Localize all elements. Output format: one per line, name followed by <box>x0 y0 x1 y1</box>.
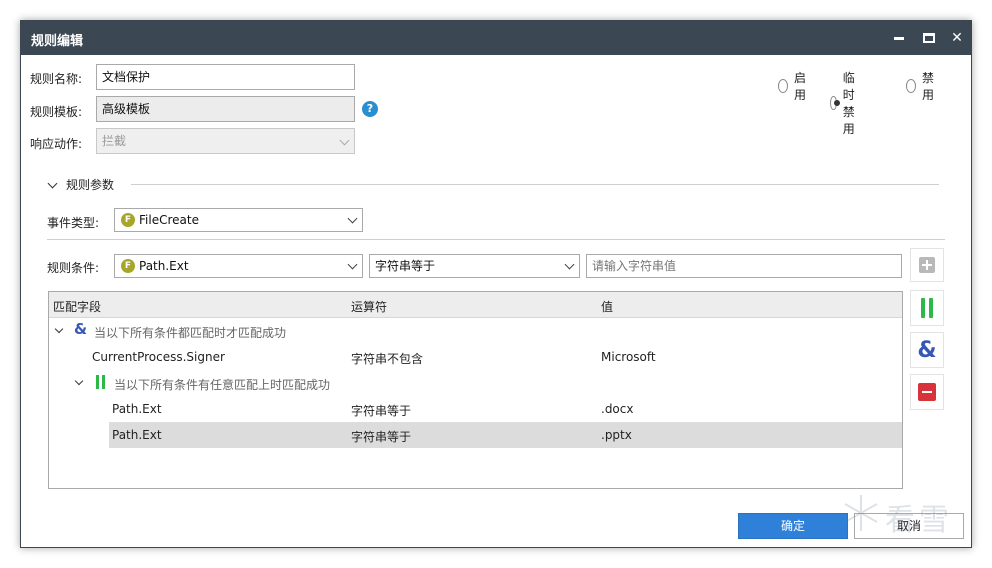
event-type-value: FileCreate <box>139 213 199 227</box>
function-icon: F <box>121 259 135 273</box>
close-icon: ✕ <box>951 30 963 46</box>
response-action-select: 拦截 <box>96 128 355 154</box>
condition-operator-value: 字符串等于 <box>375 259 436 273</box>
radio-disable[interactable]: 禁用 <box>906 69 938 103</box>
and-icon: & <box>917 337 937 363</box>
title-bar[interactable]: 规则编辑 ✕ <box>21 21 971 55</box>
row-value: .docx <box>601 402 634 416</box>
radio-enable-label: 启用 <box>794 71 807 102</box>
event-type-label: 事件类型: <box>47 216 100 230</box>
row-operator: 字符串等于 <box>351 430 412 444</box>
rule-name-input[interactable]: 文档保护 <box>96 64 355 90</box>
minimize-icon <box>894 36 904 40</box>
row-field: Path.Ext <box>112 428 162 442</box>
condition-field-select[interactable]: F Path.Ext <box>114 254 363 278</box>
row-operator: 字符串等于 <box>351 404 412 418</box>
group-all-text: 当以下所有条件都匹配时才匹配成功 <box>94 326 287 340</box>
condition-value-input[interactable] <box>586 254 902 278</box>
rule-params-toggle[interactable]: 规则参数 <box>47 176 115 193</box>
row-value: .pptx <box>601 428 632 442</box>
close-button[interactable]: ✕ <box>942 21 972 55</box>
event-type-select[interactable]: F FileCreate <box>114 208 363 232</box>
snowflake-icon <box>844 495 878 531</box>
column-header-operator: 运算符 <box>351 300 388 314</box>
selection-highlight <box>109 422 902 448</box>
response-action-value: 拦截 <box>102 134 127 148</box>
section-title: 规则参数 <box>66 178 115 192</box>
rule-template-field: 高级模板 <box>96 96 355 122</box>
minimize-button[interactable] <box>884 21 914 55</box>
table-row[interactable]: CurrentProcess.Signer 字符串不包含 Microsoft <box>49 344 902 370</box>
function-icon: F <box>121 213 135 227</box>
help-icon[interactable]: ? <box>362 101 378 117</box>
tree-group-any[interactable]: 当以下所有条件有任意匹配上时匹配成功 <box>49 370 902 396</box>
chevron-down-icon <box>347 259 358 270</box>
column-header-field: 匹配字段 <box>53 300 102 314</box>
maximize-button[interactable] <box>914 21 944 55</box>
or-icon <box>96 375 105 389</box>
condition-operator-select[interactable]: 字符串等于 <box>369 254 580 278</box>
radio-temp-disable[interactable]: 临时禁用 <box>830 69 862 137</box>
column-header-value: 值 <box>601 300 614 314</box>
row-operator: 字符串不包含 <box>351 352 424 366</box>
chevron-down-icon <box>339 135 350 146</box>
chevron-down-icon <box>54 324 64 334</box>
group-any-text: 当以下所有条件有任意匹配上时匹配成功 <box>114 378 331 392</box>
radio-circle <box>778 79 788 93</box>
radio-enable[interactable]: 启用 <box>778 69 810 103</box>
response-action-label: 响应动作: <box>30 137 83 151</box>
maximize-icon <box>923 33 935 43</box>
table-row-selected[interactable]: Path.Ext 字符串等于 .pptx <box>49 422 902 448</box>
conditions-table: 匹配字段 运算符 值 & 当以下所有条件都匹配时才匹配成功 CurrentPro… <box>48 291 903 489</box>
rule-name-label: 规则名称: <box>30 72 83 86</box>
condition-field-value: Path.Ext <box>139 259 189 273</box>
tree-group-all[interactable]: & 当以下所有条件都匹配时才匹配成功 <box>49 318 902 344</box>
rule-edit-dialog: 规则编辑 ✕ 规则名称: 文档保护 规则模板: 高级模板 ? 响应动作: 拦截 … <box>20 20 972 548</box>
section-divider <box>47 239 945 240</box>
chevron-down-icon <box>47 178 58 188</box>
row-value: Microsoft <box>601 350 656 364</box>
add-condition-button[interactable] <box>910 248 944 282</box>
watermark-logo: 看雪 <box>821 483 981 553</box>
or-icon <box>921 298 933 318</box>
chevron-down-icon <box>564 259 575 270</box>
radio-disable-label: 禁用 <box>922 71 935 102</box>
rule-template-label: 规则模板: <box>30 105 83 119</box>
and-icon: & <box>74 320 88 338</box>
radio-circle-selected <box>830 96 840 110</box>
row-field: CurrentProcess.Signer <box>92 350 225 364</box>
radio-temp-disable-label: 临时禁用 <box>842 71 855 136</box>
watermark-text: 看雪 <box>885 503 953 538</box>
condition-label: 规则条件: <box>47 261 100 275</box>
table-row[interactable]: Path.Ext 字符串等于 .docx <box>49 396 902 422</box>
remove-condition-button[interactable] <box>910 374 944 410</box>
table-header: 匹配字段 运算符 值 <box>49 292 902 318</box>
radio-circle <box>906 79 916 93</box>
row-field: Path.Ext <box>112 402 162 416</box>
add-or-group-button[interactable] <box>910 290 944 326</box>
section-divider <box>131 184 939 185</box>
chevron-down-icon <box>347 213 358 224</box>
add-and-group-button[interactable]: & <box>910 332 944 368</box>
dialog-title: 规则编辑 <box>31 34 84 49</box>
plus-icon <box>919 257 935 273</box>
minus-icon <box>918 383 936 401</box>
chevron-down-icon <box>74 376 84 386</box>
